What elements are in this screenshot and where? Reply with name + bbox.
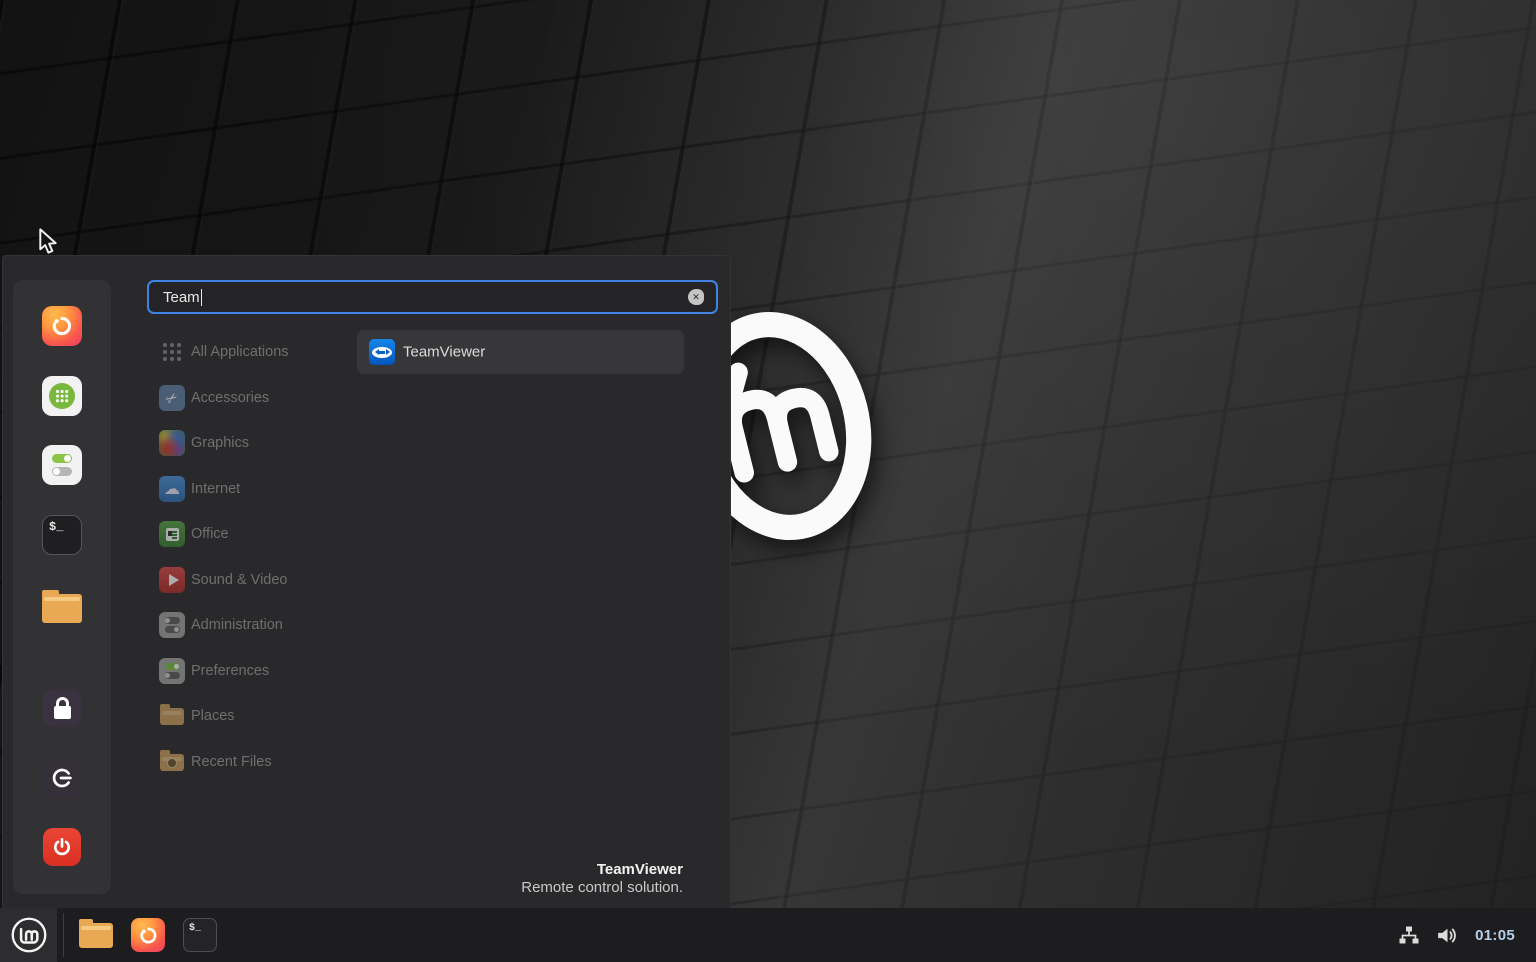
firefox-icon [52, 316, 71, 336]
folder-icon [159, 703, 185, 729]
favorites-panel: $_ [13, 280, 111, 894]
network-icon[interactable] [1398, 925, 1420, 946]
search-text: Team [163, 288, 200, 306]
toggles-green-icon [159, 658, 185, 684]
folder-icon [79, 918, 113, 948]
terminal-glyph: $_ [49, 520, 64, 534]
search-input[interactable]: Team ✕ [147, 280, 718, 314]
cloud-icon: ☁ [159, 476, 185, 502]
clear-search-icon[interactable]: ✕ [688, 289, 704, 305]
clock[interactable]: 01:05 [1475, 927, 1515, 944]
volume-icon[interactable] [1435, 925, 1460, 946]
play-icon [159, 567, 185, 593]
menu-button[interactable] [0, 908, 57, 962]
category-office[interactable]: Office [147, 512, 377, 556]
scissors-icon: ✂ [159, 385, 185, 411]
category-sound-video[interactable]: Sound & Video [147, 558, 377, 602]
toggles-icon [159, 612, 185, 638]
category-recent-files[interactable]: Recent Files [147, 740, 377, 784]
category-preferences[interactable]: Preferences [147, 649, 377, 693]
category-graphics[interactable]: Graphics [147, 421, 377, 465]
files-launcher[interactable] [42, 588, 82, 628]
terminal-launcher[interactable]: $_ [42, 515, 82, 555]
palette-icon [159, 430, 185, 456]
firefox-launcher[interactable] [42, 306, 82, 346]
settings-toggles-icon [52, 454, 72, 476]
taskbar-firefox-launcher[interactable] [131, 918, 165, 952]
document-icon [159, 521, 185, 547]
terminal-glyph: $_ [189, 923, 202, 934]
folder-icon [42, 589, 82, 623]
category-all-applications[interactable]: All Applications [147, 330, 377, 374]
text-caret [200, 288, 203, 306]
mouse-cursor [39, 228, 57, 254]
firefox-icon [139, 926, 156, 943]
taskbar-separator [63, 913, 64, 957]
system-tray: 01:05 [1398, 908, 1515, 962]
category-places[interactable]: Places [147, 694, 377, 738]
lock-icon [53, 697, 71, 719]
shutdown-button[interactable] [43, 828, 81, 866]
application-menu: $_ Team ✕ All Applications ✂ Accessories… [2, 255, 731, 908]
power-icon [53, 837, 71, 856]
selected-app-name: TeamViewer [596, 861, 683, 878]
teamviewer-icon [369, 339, 395, 365]
category-internet[interactable]: ☁ Internet [147, 467, 377, 511]
taskbar: $_ 01:05 [0, 908, 1536, 962]
lock-screen-button[interactable] [43, 689, 81, 727]
app-result-teamviewer[interactable]: TeamViewer [357, 330, 684, 374]
category-accessories[interactable]: ✂ Accessories [147, 376, 377, 420]
mint-logo-icon [11, 917, 46, 953]
folder-clock-icon [159, 749, 185, 775]
software-manager-launcher[interactable] [42, 376, 82, 416]
logout-icon [52, 768, 72, 788]
logout-button[interactable] [43, 759, 81, 797]
software-manager-icon [49, 383, 75, 409]
grid-icon [159, 339, 185, 365]
category-administration[interactable]: Administration [147, 603, 377, 647]
selected-app-info: TeamViewer Remote control solution. [521, 861, 683, 896]
taskbar-terminal-launcher[interactable]: $_ [183, 918, 217, 952]
taskbar-files-launcher[interactable] [79, 918, 113, 952]
selected-app-description: Remote control solution. [521, 879, 683, 896]
system-settings-launcher[interactable] [42, 445, 82, 485]
